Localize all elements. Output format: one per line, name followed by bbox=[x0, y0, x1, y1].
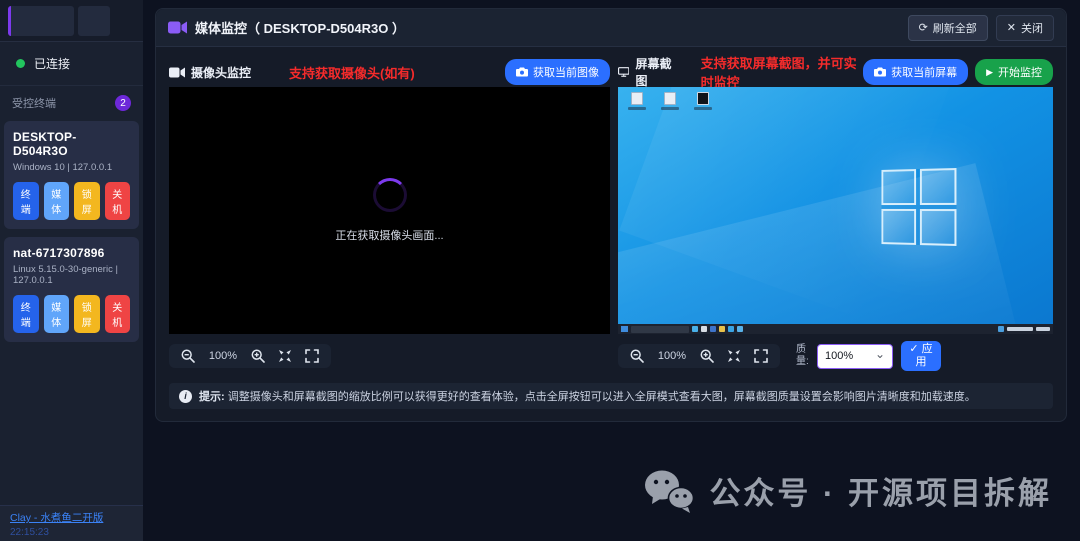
zoom-in-icon[interactable] bbox=[251, 349, 265, 363]
panel-body: 摄像头监控 支持获取摄像头(如有) 获取当前图像 正在获取摄像头画面... bbox=[156, 47, 1066, 421]
terminal-button[interactable]: 终端 bbox=[13, 182, 39, 220]
quality-value: 100% bbox=[825, 350, 853, 362]
tip-text: 调整摄像头和屏幕截图的缩放比例可以获得更好的查看体验，点击全屏按钮可以进入全屏模… bbox=[228, 391, 976, 403]
fullscreen-icon[interactable] bbox=[305, 349, 319, 363]
check-icon: ✓ bbox=[909, 343, 918, 355]
camera-annotation: 支持获取摄像头(如有) bbox=[289, 63, 415, 82]
brand-logo-block bbox=[8, 6, 74, 36]
device-os: Windows 10 | 127.0.0.1 bbox=[13, 162, 130, 173]
close-icon: ✕ bbox=[1007, 21, 1016, 34]
brand-menu-block[interactable] bbox=[78, 6, 110, 36]
apply-quality-button[interactable]: ✓ 应用 bbox=[901, 341, 941, 371]
desktop-icon bbox=[625, 92, 649, 110]
lock-screen-button[interactable]: 锁屏 bbox=[74, 182, 100, 220]
panel-header: 媒体监控（ DESKTOP-D504R3O ） ⟳ 刷新全部 ✕ 关闭 bbox=[156, 9, 1066, 47]
shutdown-button[interactable]: 关机 bbox=[105, 182, 131, 220]
media-button[interactable]: 媒体 bbox=[44, 182, 70, 220]
screen-title: 屏幕截图 bbox=[635, 55, 674, 89]
monitor-icon bbox=[618, 66, 629, 78]
refresh-icon: ⟳ bbox=[919, 21, 928, 34]
screen-zoom-toolbar: 100% bbox=[618, 344, 780, 368]
wechat-icon bbox=[643, 469, 695, 513]
watermark-text: 公众号 · 开源项目拆解 bbox=[709, 468, 1052, 513]
tip-label: 提示: bbox=[199, 391, 225, 403]
zoom-out-icon[interactable] bbox=[630, 349, 644, 363]
screen-annotation: 支持获取屏幕截图，并可实时监控 bbox=[701, 53, 863, 91]
camera-title: 摄像头监控 bbox=[191, 64, 251, 81]
camera-section: 摄像头监控 支持获取摄像头(如有) 获取当前图像 正在获取摄像头画面... bbox=[169, 59, 610, 371]
fullscreen-icon[interactable] bbox=[754, 349, 768, 363]
quality-select[interactable]: 100% ⌄ bbox=[817, 344, 893, 369]
camera-monitor-icon bbox=[169, 67, 185, 78]
fit-view-icon[interactable] bbox=[278, 349, 292, 363]
media-monitor-panel: 媒体监控（ DESKTOP-D504R3O ） ⟳ 刷新全部 ✕ 关闭 bbox=[155, 8, 1067, 422]
clock-text: 22:15:23 bbox=[10, 527, 133, 538]
remote-desktop-image bbox=[618, 87, 1053, 334]
windows-logo bbox=[881, 168, 956, 246]
connection-status-label: 已连接 bbox=[34, 55, 70, 72]
author-link[interactable]: Clay - 水煮鱼二开版 bbox=[10, 510, 133, 525]
screen-view bbox=[618, 87, 1053, 334]
refresh-all-button[interactable]: ⟳ 刷新全部 bbox=[908, 15, 988, 41]
photo-camera-icon bbox=[516, 67, 528, 77]
camera-zoom-toolbar: 100% bbox=[169, 344, 331, 368]
device-name: DESKTOP-D504R3O bbox=[13, 130, 130, 158]
desktop-icons bbox=[625, 92, 715, 110]
shutdown-button[interactable]: 关机 bbox=[105, 295, 131, 333]
tip-bar: i 提示: 调整摄像头和屏幕截图的缩放比例可以获得更好的查看体验，点击全屏按钮可… bbox=[169, 383, 1053, 409]
connection-status: 已连接 bbox=[0, 42, 143, 86]
screen-section: 屏幕截图 支持获取屏幕截图，并可实时监控 获取当前屏幕 ▶ 开始监控 bbox=[618, 59, 1053, 371]
zoom-in-icon[interactable] bbox=[700, 349, 714, 363]
camera-view: 正在获取摄像头画面... bbox=[169, 87, 610, 334]
zoom-out-icon[interactable] bbox=[181, 349, 195, 363]
info-icon: i bbox=[179, 390, 192, 403]
start-monitor-button[interactable]: ▶ 开始监控 bbox=[975, 59, 1053, 85]
lock-screen-button[interactable]: 锁屏 bbox=[74, 295, 100, 333]
screen-zoom-level: 100% bbox=[657, 350, 687, 362]
play-icon: ▶ bbox=[986, 67, 993, 78]
connected-dot-icon bbox=[16, 59, 25, 68]
terminals-count-badge: 2 bbox=[115, 95, 131, 111]
terminal-button[interactable]: 终端 bbox=[13, 295, 39, 333]
capture-camera-button[interactable]: 获取当前图像 bbox=[505, 59, 610, 85]
photo-camera-icon bbox=[874, 67, 886, 77]
media-button[interactable]: 媒体 bbox=[44, 295, 70, 333]
sidebar-brand bbox=[0, 0, 143, 42]
sidebar-footer: Clay - 水煮鱼二开版 22:15:23 bbox=[0, 505, 143, 541]
loading-spinner-icon bbox=[373, 178, 407, 212]
device-card[interactable]: nat-6717307896 Linux 5.15.0-30-generic |… bbox=[4, 237, 139, 342]
terminals-header: 受控终端 2 bbox=[0, 86, 143, 118]
sidebar: 已连接 受控终端 2 DESKTOP-D504R3O Windows 10 | … bbox=[0, 0, 143, 541]
video-camera-icon bbox=[168, 21, 187, 34]
device-os: Linux 5.15.0-30-generic | 127.0.0.1 bbox=[13, 264, 130, 286]
device-card[interactable]: DESKTOP-D504R3O Windows 10 | 127.0.0.1 终… bbox=[4, 121, 139, 229]
device-name: nat-6717307896 bbox=[13, 246, 130, 260]
device-actions: 终端 媒体 锁屏 关机 bbox=[13, 182, 130, 220]
camera-loading-text: 正在获取摄像头画面... bbox=[335, 227, 443, 243]
remote-taskbar bbox=[618, 324, 1053, 334]
device-actions: 终端 媒体 锁屏 关机 bbox=[13, 295, 130, 333]
start-button-icon bbox=[621, 326, 628, 332]
watermark: 公众号 · 开源项目拆解 bbox=[643, 468, 1052, 513]
taskbar-search bbox=[631, 326, 689, 333]
fit-view-icon[interactable] bbox=[727, 349, 741, 363]
close-button[interactable]: ✕ 关闭 bbox=[996, 15, 1054, 41]
desktop-icon bbox=[658, 92, 682, 110]
taskbar-tray bbox=[998, 326, 1050, 332]
quality-label: 质量: bbox=[796, 344, 811, 369]
desktop-icon bbox=[691, 92, 715, 110]
panel-title: 媒体监控（ DESKTOP-D504R3O ） bbox=[195, 18, 405, 37]
capture-screen-button[interactable]: 获取当前屏幕 bbox=[863, 59, 968, 85]
camera-zoom-level: 100% bbox=[208, 350, 238, 362]
terminals-label: 受控终端 bbox=[12, 95, 56, 111]
